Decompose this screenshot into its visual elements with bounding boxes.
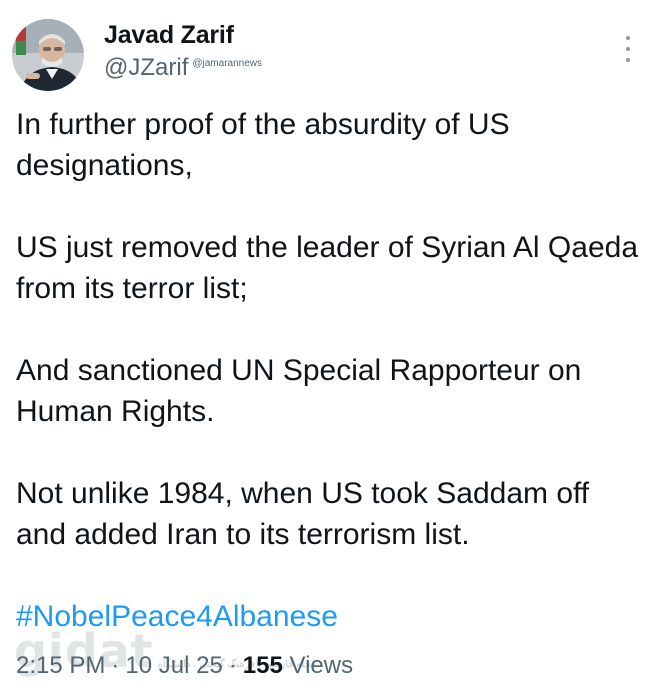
tweet-paragraph: US just removed the leader of Syrian Al …	[16, 231, 639, 305]
tweet-paragraph: In further proof of the absurdity of US …	[16, 108, 510, 182]
tweet-date[interactable]: 10 Jul 25	[125, 652, 222, 680]
dot	[626, 36, 630, 40]
tweet-text: In further proof of the absurdity of US …	[16, 104, 646, 555]
dot	[626, 47, 630, 51]
tweet-paragraph: And sanctioned UN Special Rapporteur on …	[16, 354, 582, 428]
dot	[626, 58, 630, 62]
author-handle[interactable]: @JZarif	[104, 54, 188, 82]
tweet-paragraph: Not unlike 1984, when US took Saddam off…	[16, 477, 590, 551]
profile-photo-icon	[12, 19, 84, 91]
author-handle-row: @JZarif @jamarannews	[104, 54, 262, 82]
tweet-card: Javad Zarif @JZarif @jamarannews In furt…	[0, 0, 656, 700]
meta-separator: ·	[111, 652, 120, 679]
tweet-time[interactable]: 2:15 PM	[16, 652, 105, 680]
tweet-meta: 2:15 PM · 10 Jul 25 · 155 Views	[16, 652, 353, 680]
meta-separator: ·	[228, 652, 237, 679]
views-label: Views	[289, 652, 354, 679]
author-name[interactable]: Javad Zarif	[104, 21, 234, 50]
more-vertical-icon[interactable]	[620, 36, 636, 62]
views-count[interactable]: 155	[243, 652, 283, 680]
source-watermark-handle: @jamarannews	[192, 58, 262, 69]
avatar[interactable]	[12, 19, 84, 91]
